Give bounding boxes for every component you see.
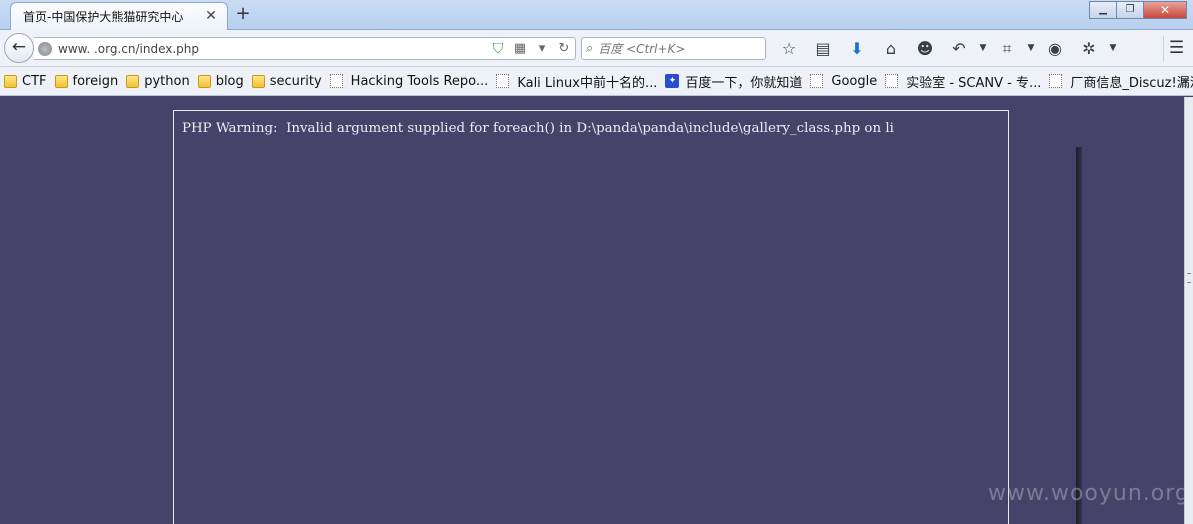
folder-icon [4,74,17,88]
shield-icon[interactable]: ⛉ [489,40,507,58]
bookmark-item[interactable]: Hacking Tools Repo... [329,73,489,89]
bookmark-label: blog [215,73,244,89]
bookmark-label: python [144,73,190,89]
tab-title: 首页-中国保护大熊猫研究中心 [23,10,184,24]
navigation-toolbar: ← www. .org.cn/index.php ⛉ ▦ ▾ ↻ ⌕ 百度 <C… [0,30,1193,67]
bookmark-label: CTF [22,73,47,89]
php-warning-text: PHP Warning: Invalid argument supplied f… [182,121,894,136]
watermark: www.wooyun.org [988,481,1190,506]
bookmark-label: Hacking Tools Repo... [350,73,489,89]
bookmark-folder[interactable]: security [251,73,322,89]
baidu-paw-icon: ✦ [665,74,680,88]
globe-icon [38,41,52,56]
url-bar[interactable]: www. .org.cn/index.php ⛉ ▦ ▾ ↻ [34,37,576,60]
page-icon [329,74,343,88]
page-divider-line [1076,147,1082,524]
bookmark-item[interactable]: 厂商信息_Discuz!漏洞... [1049,72,1193,91]
restore-button[interactable]: ❐ [1116,1,1144,19]
search-placeholder: 百度 <Ctrl+K> [598,42,686,56]
active-tab[interactable]: 首页-中国保护大熊猫研究中心 ✕ [10,2,228,30]
bookmark-label: Kali Linux中前十名的... [517,75,658,91]
bookmark-label: Google [831,73,878,89]
undo-icon[interactable]: ↶ [942,36,976,62]
page-icon [810,74,824,88]
page-icon [885,74,899,88]
bookmark-item[interactable]: Kali Linux中前十名的... [496,72,657,91]
new-tab-button[interactable]: + [232,4,254,26]
reader-icon[interactable]: ▤ [806,36,840,62]
bookmark-item[interactable]: Google [810,74,877,89]
page-icon [496,74,510,88]
bookmark-item[interactable]: ✦ 百度一下，你就知道 [665,72,802,91]
qrcode-icon[interactable]: ▦ [511,40,529,58]
folder-icon [197,74,211,88]
url-text[interactable]: www. .org.cn/index.php [58,42,487,56]
toolbar-icons: ☆ ▤ ⬇ ⌂ ☻ ↶ ▼ ⌗ ▼ ◉ ✲ ▼ [772,36,1120,62]
chat-icon[interactable]: ◉ [1038,36,1072,62]
tab-strip: 首页-中国保护大熊猫研究中心 ✕ + ▁ ❐ ✕ [0,0,1193,30]
folder-icon [251,74,265,88]
bookmark-label: foreign [72,73,119,89]
close-tab-icon[interactable]: ✕ [203,8,219,25]
bookmark-label: 厂商信息_Discuz!漏洞... [1070,75,1193,91]
content-panel: PHP Warning: Invalid argument supplied f… [173,110,1009,524]
bookmark-folder[interactable]: python [126,73,190,89]
bookmarks-overflow-button[interactable]: » [1182,73,1189,87]
bookmark-item[interactable]: 实验室 - SCANV - 专... [885,72,1041,91]
undo-dropdown-icon[interactable]: ▼ [976,36,990,62]
dropdown-icon[interactable]: ▾ [533,40,551,58]
window-controls: ▁ ❐ ✕ [1089,1,1187,19]
bookmark-folder[interactable]: foreign [54,73,119,89]
bookmark-label: 百度一下，你就知道 [685,75,803,91]
bookmark-label: security [269,73,322,89]
search-bar[interactable]: ⌕ 百度 <Ctrl+K> [581,37,766,60]
vertical-scrollbar[interactable] [1184,97,1193,524]
folder-icon [126,74,140,88]
menu-button[interactable]: ☰ [1163,36,1189,62]
star-icon[interactable]: ☆ [772,36,806,62]
search-icon: ⌕ [586,41,594,56]
home-icon[interactable]: ⌂ [874,36,908,62]
folder-icon [54,74,68,88]
bookmark-folder[interactable]: CTF [4,74,47,89]
close-window-button[interactable]: ✕ [1143,1,1187,19]
addon-icon[interactable]: ✲ [1072,36,1106,62]
bookmark-label: 实验室 - SCANV - 专... [906,75,1042,91]
page-content: PHP Warning: Invalid argument supplied f… [0,97,1193,524]
minimize-button[interactable]: ▁ [1089,1,1117,19]
back-button[interactable]: ← [4,33,34,63]
crop-dropdown-icon[interactable]: ▼ [1024,36,1038,62]
page-icon [1049,74,1063,88]
crop-icon[interactable]: ⌗ [990,36,1024,62]
scrollbar-grip[interactable] [1187,273,1191,283]
emoji-icon[interactable]: ☻ [908,36,942,62]
bookmarks-toolbar: CTF foreign python blog security Hacking… [0,67,1193,96]
reload-icon[interactable]: ↻ [555,40,573,58]
bookmark-folder[interactable]: blog [197,73,244,89]
download-icon[interactable]: ⬇ [840,36,874,62]
addon-dropdown-icon[interactable]: ▼ [1106,36,1120,62]
